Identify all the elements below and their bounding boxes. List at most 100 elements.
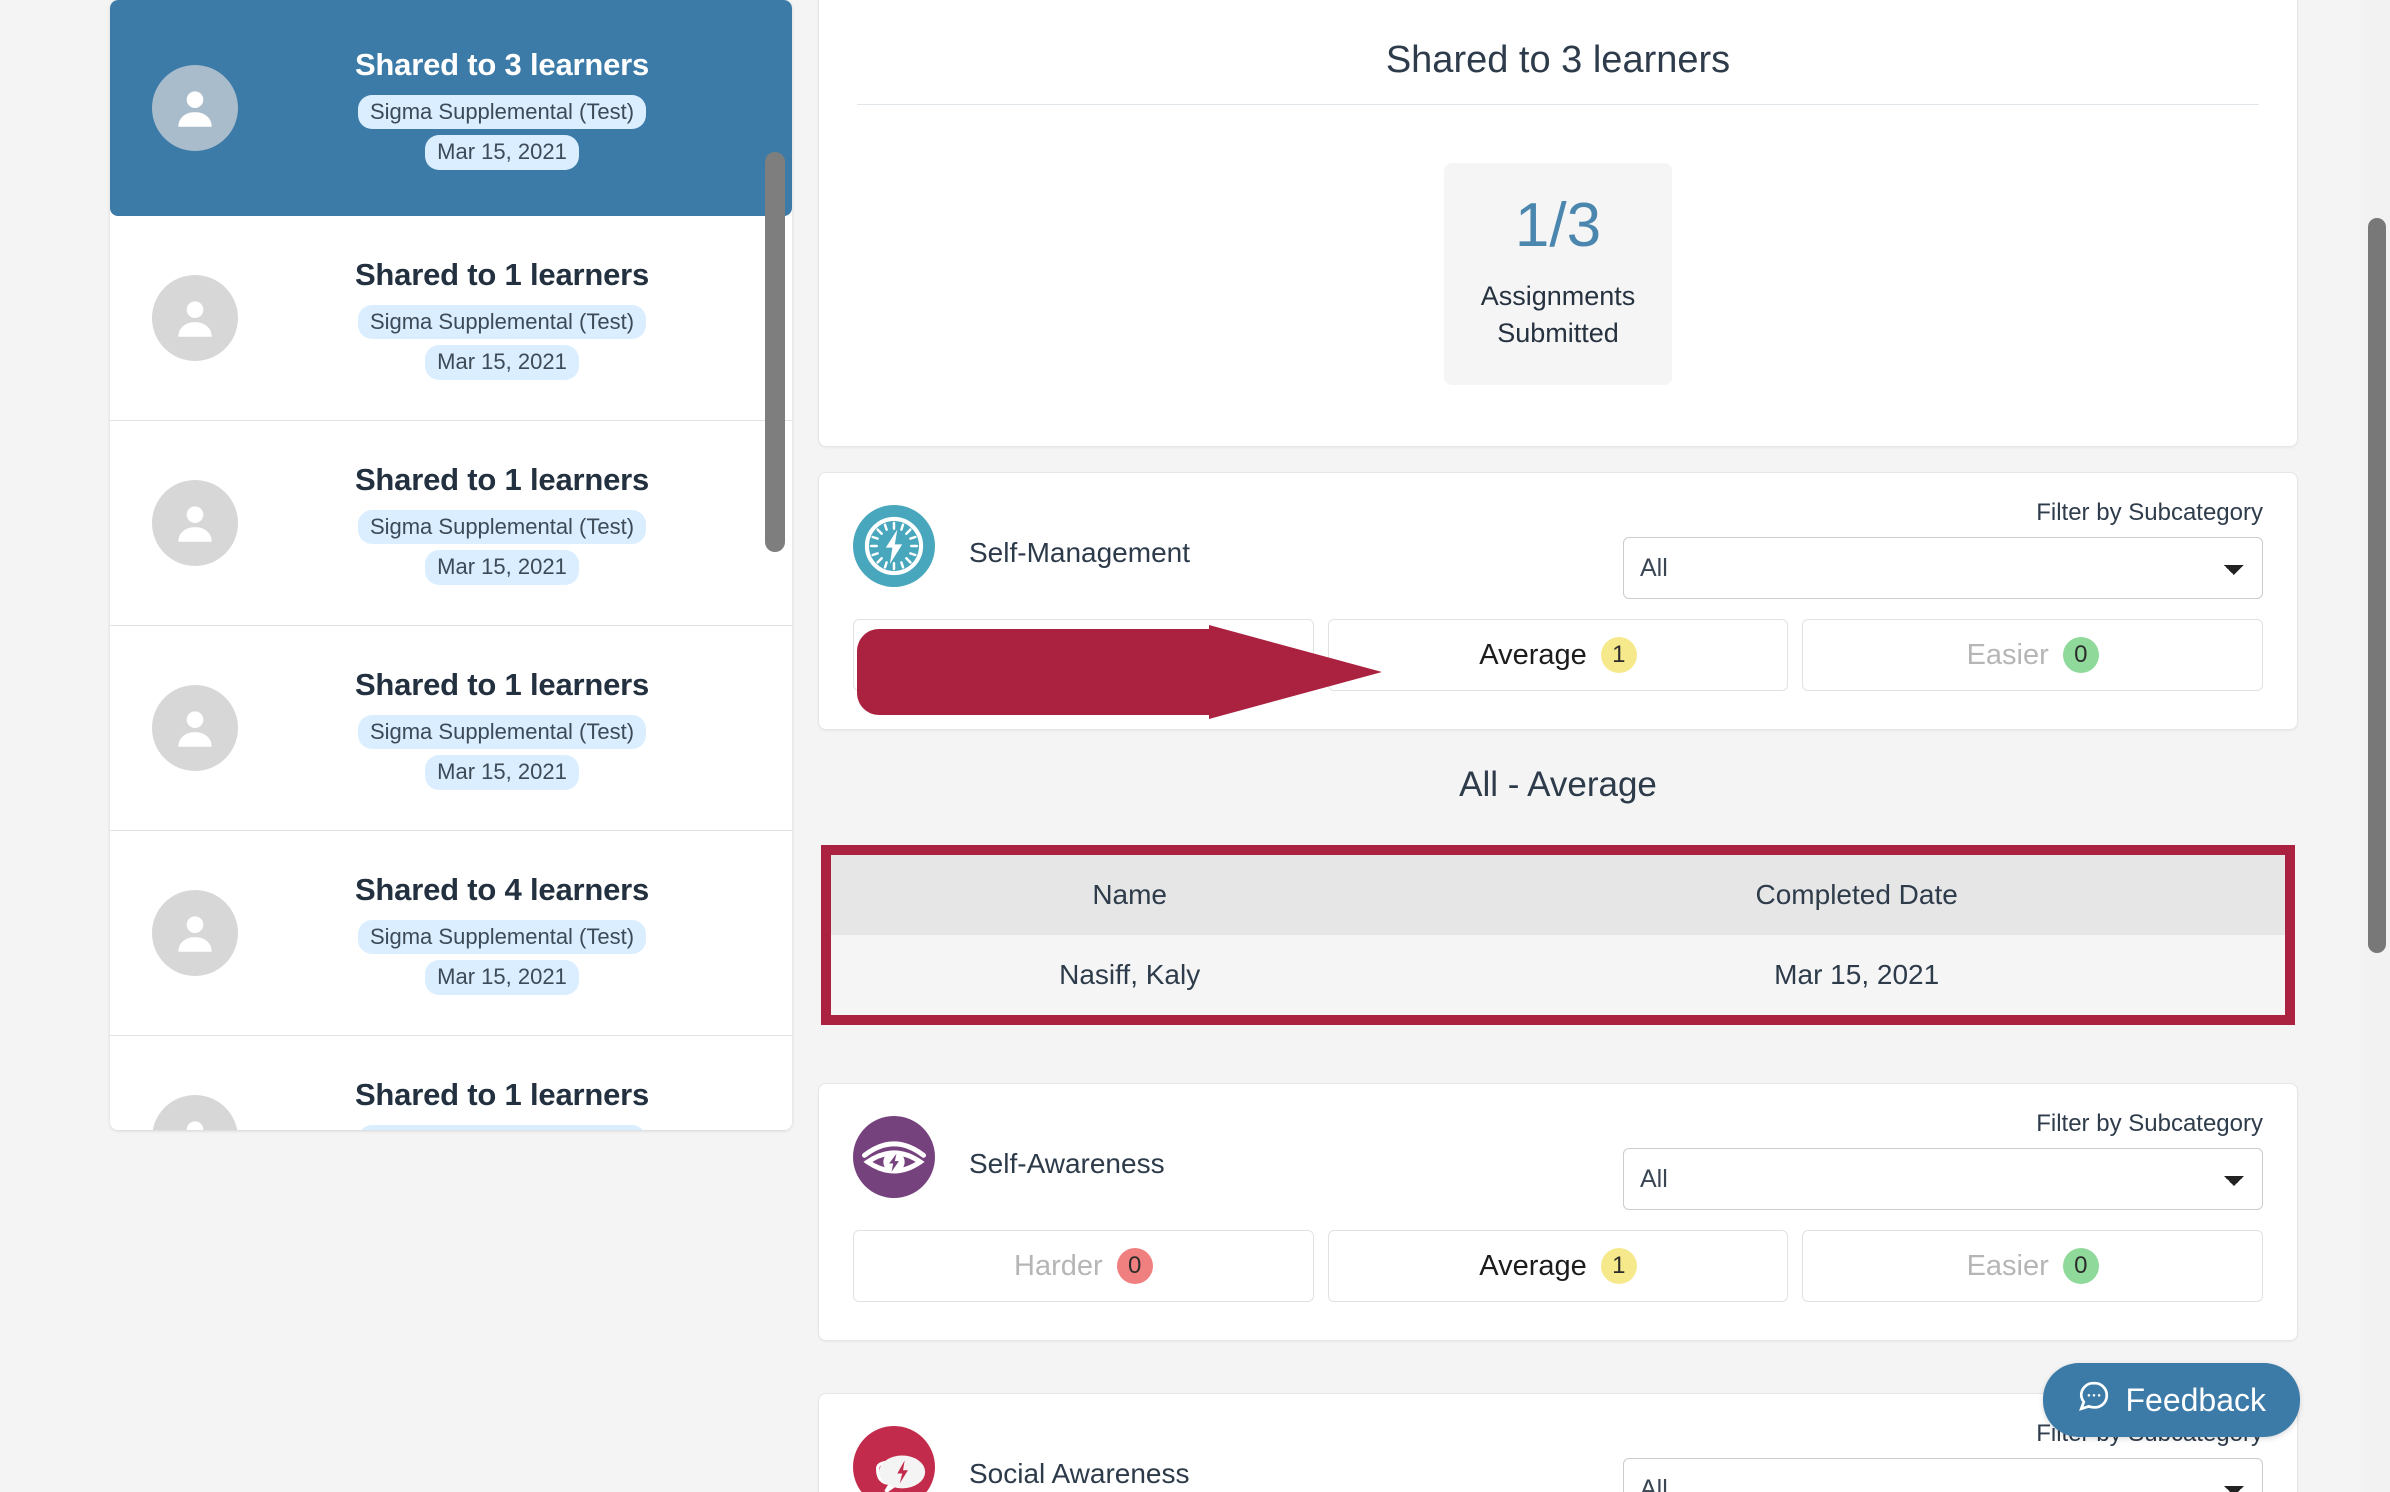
subcategory-filter-label: Filter by Subcategory [2036,499,2263,526]
list-item-subtitle: Sigma Supplemental (Test) [357,714,647,750]
sidebar-scroll-area[interactable]: Shared to 3 learners Sigma Supplemental … [110,0,792,1130]
list-item[interactable]: Shared to 1 learners Sigma Supplemental … [110,421,792,626]
level-button-average[interactable]: Average 1 [1327,619,1789,691]
page-scrollbar-track[interactable] [2364,0,2390,1492]
assignment-summary-panel: Shared to 3 learners 1/3 Assignments Sub… [818,0,2298,447]
list-item[interactable]: Shared to 1 learners Sigma Supplemental … [110,216,792,421]
subcategory-filter-select[interactable]: All [1623,537,2263,599]
level-label: Average [1479,1249,1587,1282]
list-item-subtitle: Sigma Supplemental (Test) [357,1124,647,1130]
annotation-arrow-icon [857,625,1382,720]
list-item-date-row: Mar 15, 2021 [262,960,742,995]
level-count-badge: 0 [1116,1248,1153,1284]
avatar [152,275,238,361]
title-divider [857,104,2259,105]
results-table-highlight: Name Completed Date Nasiff, Kaly Mar 15,… [821,845,2295,1025]
list-item[interactable]: Shared to 1 learners Sigma Supplemental … [110,1036,792,1130]
avatar [152,890,238,976]
list-item-date-row: Mar 15, 2021 [262,755,742,790]
list-item-title: Shared to 1 learners [354,462,650,498]
list-item-body: Shared to 1 learners Sigma Supplemental … [262,666,770,790]
list-item-subtitle: Sigma Supplemental (Test) [357,919,647,955]
list-item[interactable]: Shared to 3 learners Sigma Supplemental … [110,0,792,216]
chat-bubble-icon [2077,1379,2111,1421]
level-label: Easier [1966,638,2049,671]
assignments-submitted-label: Assignments Submitted [1454,278,1662,351]
list-item-body: Shared to 1 learners Sigma Supplemental … [262,1076,770,1130]
level-button-easier[interactable]: Easier 0 [1802,619,2264,691]
avatar [152,65,238,151]
stat-label-line2: Submitted [1497,317,1619,348]
avatar [152,480,238,566]
column-header-completed-date: Completed Date [1428,855,2285,935]
list-item-title: Shared to 1 learners [354,257,650,293]
level-label: Average [1479,638,1587,671]
level-count-badge: 0 [2062,1248,2099,1284]
list-item-date-row: Mar 15, 2021 [262,135,742,170]
results-section-title: All - Average [1459,765,1657,804]
subcategory-filter-label: Filter by Subcategory [2036,1110,2263,1137]
column-header-name: Name [831,855,1429,935]
results-table-head: Name Completed Date [831,855,2285,935]
assignments-submitted-stat: 1/3 Assignments Submitted [1444,163,1672,385]
level-button-average[interactable]: Average 1 [1327,1230,1789,1302]
list-item-date: Mar 15, 2021 [425,550,579,585]
level-label: Easier [1966,1249,2049,1282]
list-item-subtitle: Sigma Supplemental (Test) [357,304,647,340]
level-count-badge: 0 [2062,637,2099,673]
list-item-date-row: Mar 15, 2021 [262,550,742,585]
list-item[interactable]: Shared to 1 learners Sigma Supplemental … [110,626,792,831]
subcategory-filter-select[interactable]: All [1623,1458,2263,1492]
list-item-date: Mar 15, 2021 [425,960,579,995]
eye-bolt-icon [853,1116,935,1198]
category-name: Self-Awareness [969,1148,1165,1179]
category-header: Self-Management Filter by Subcategory Al… [853,499,2263,599]
subcategory-filter-select[interactable]: All [1623,1148,2263,1210]
avatar [152,1095,238,1130]
sidebar-scrollbar-thumb[interactable] [765,152,785,552]
subcategory-filter-group: Filter by Subcategory All [1623,1110,2263,1210]
avatar [152,685,238,771]
difficulty-level-row: Harder 0 Average 1 Easier 0 [853,1230,2264,1302]
list-item-body: Shared to 1 learners Sigma Supplemental … [262,461,770,585]
list-item-body: Shared to 4 learners Sigma Supplemental … [262,871,770,995]
level-count-badge: 1 [1600,637,1637,673]
results-table: Name Completed Date Nasiff, Kaly Mar 15,… [831,855,2285,1015]
list-item[interactable]: Shared to 4 learners Sigma Supplemental … [110,831,792,1036]
level-button-harder[interactable]: Harder 0 [853,1230,1314,1302]
compass-bolt-icon [853,505,935,587]
list-item-date-row: Mar 15, 2021 [262,345,742,380]
level-count-badge: 1 [1600,1248,1637,1284]
level-label: Harder [1014,1249,1103,1282]
app-root: Shared to 3 learners Sigma Supplemental … [0,0,2390,1492]
feedback-button-label: Feedback [2125,1381,2266,1418]
category-header: Social Awareness Filter by Subcategory A… [853,1420,2263,1492]
list-item-date: Mar 15, 2021 [425,135,579,170]
list-item-title: Shared to 1 learners [354,667,650,703]
table-row[interactable]: Nasiff, Kaly Mar 15, 2021 [831,935,2285,1015]
cell-name: Nasiff, Kaly [831,935,1429,1015]
list-item-title: Shared to 1 learners [354,1077,650,1113]
shared-assignments-sidebar[interactable]: Shared to 3 learners Sigma Supplemental … [110,0,792,1130]
level-button-easier[interactable]: Easier 0 [1802,1230,2264,1302]
speech-bubble-bolt-icon [853,1426,935,1492]
list-item-date: Mar 15, 2021 [425,755,579,790]
stat-label-line1: Assignments [1480,281,1636,312]
feedback-button[interactable]: Feedback [2043,1363,2300,1437]
page-title: Shared to 3 learners [1385,39,1731,81]
category-name: Self-Management [969,537,1191,568]
list-item-title: Shared to 3 learners [354,47,650,83]
assignments-submitted-value: 1/3 [1514,191,1602,260]
table-header-row: Name Completed Date [831,855,2285,935]
category-name: Social Awareness [969,1458,1190,1489]
page-scrollbar-thumb[interactable] [2368,218,2386,953]
results-table-body: Nasiff, Kaly Mar 15, 2021 [831,935,2285,1015]
subcategory-filter-group: Filter by Subcategory All [1623,499,2263,599]
list-item-subtitle: Sigma Supplemental (Test) [357,509,647,545]
list-item-body: Shared to 1 learners Sigma Supplemental … [262,256,770,380]
list-item-title: Shared to 4 learners [354,872,650,908]
cell-completed-date: Mar 15, 2021 [1428,935,2285,1015]
list-item-subtitle: Sigma Supplemental (Test) [357,94,647,130]
list-item-date: Mar 15, 2021 [425,345,579,380]
category-header: Self-Awareness Filter by Subcategory All [853,1110,2263,1210]
